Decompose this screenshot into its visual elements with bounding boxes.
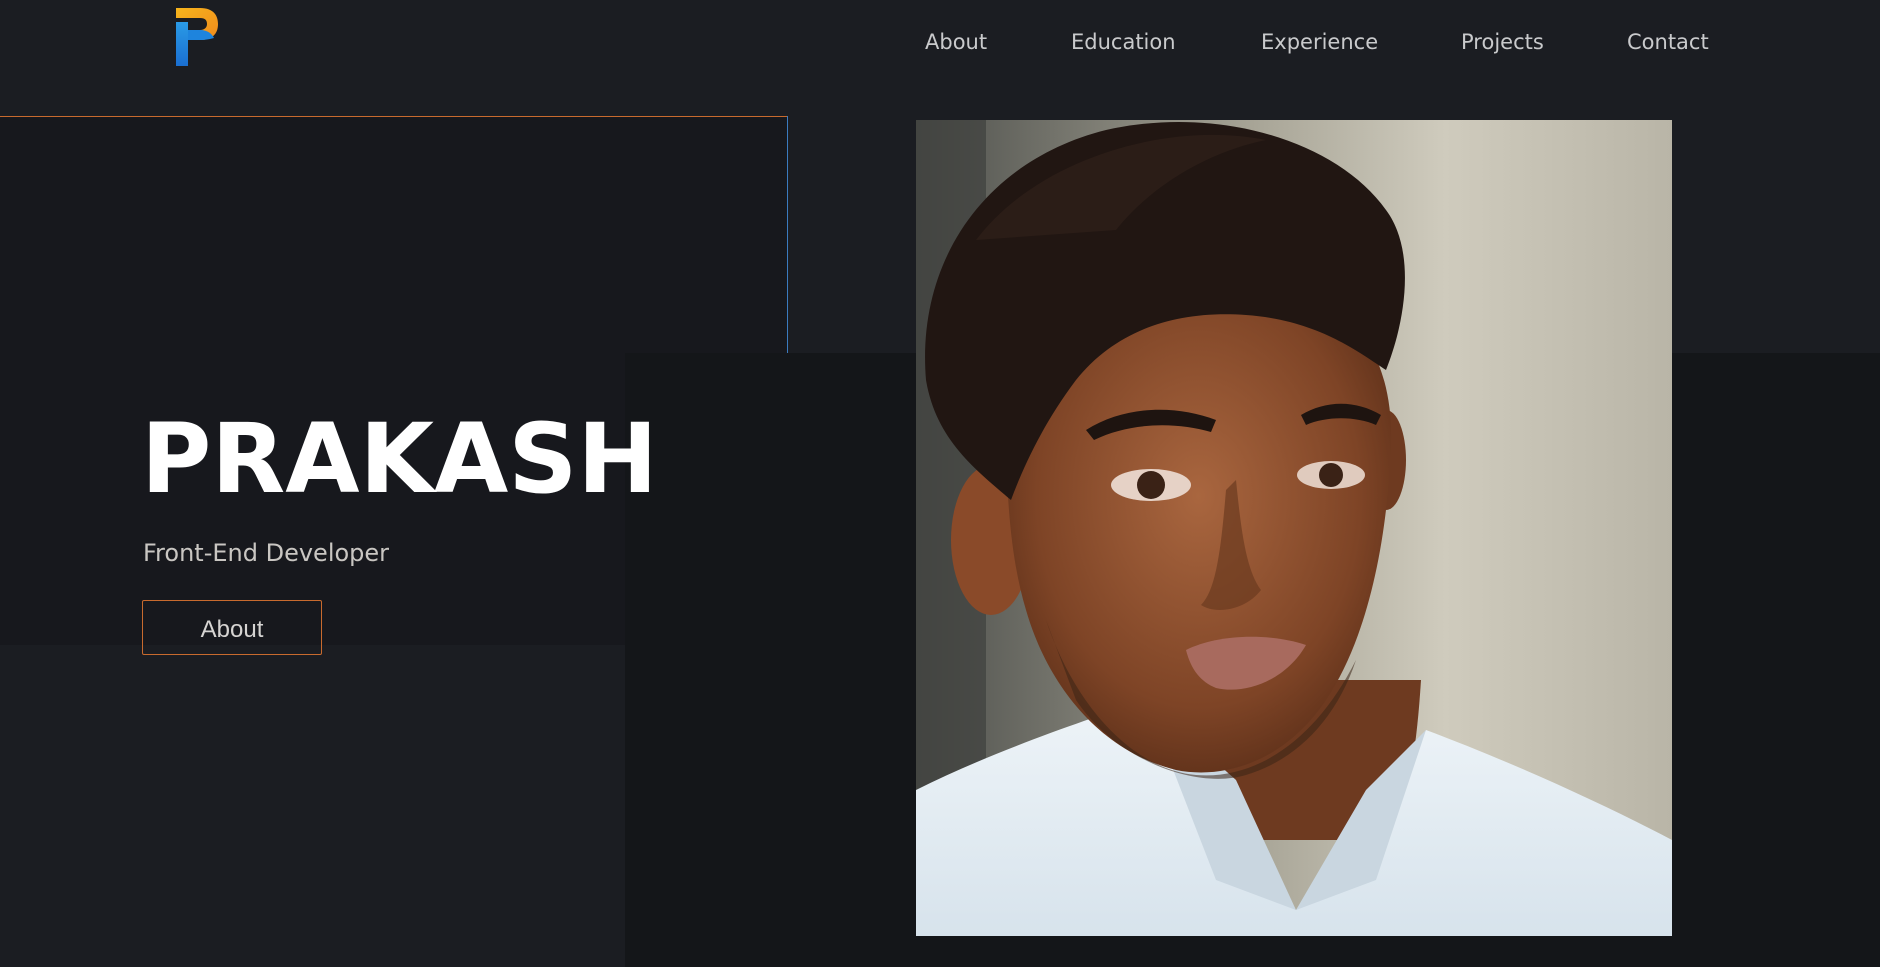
nav-contact-link[interactable]: Contact (1627, 28, 1709, 56)
hero-role-subtitle: Front-End Developer (143, 539, 390, 567)
accent-line-orange (0, 116, 788, 117)
portfolio-page: About Education Experience Projects Cont… (0, 0, 1880, 967)
accent-line-blue (787, 116, 788, 353)
nav-projects-link[interactable]: Projects (1461, 28, 1544, 56)
nav-experience-link[interactable]: Experience (1261, 28, 1378, 56)
main-nav: About Education Experience Projects Cont… (0, 28, 1880, 58)
about-button[interactable]: About (142, 600, 322, 655)
profile-photo (916, 120, 1672, 936)
nav-education-link[interactable]: Education (1071, 28, 1176, 56)
hero-name-heading: PRAKASH (141, 403, 658, 515)
nav-about-link[interactable]: About (925, 28, 987, 56)
